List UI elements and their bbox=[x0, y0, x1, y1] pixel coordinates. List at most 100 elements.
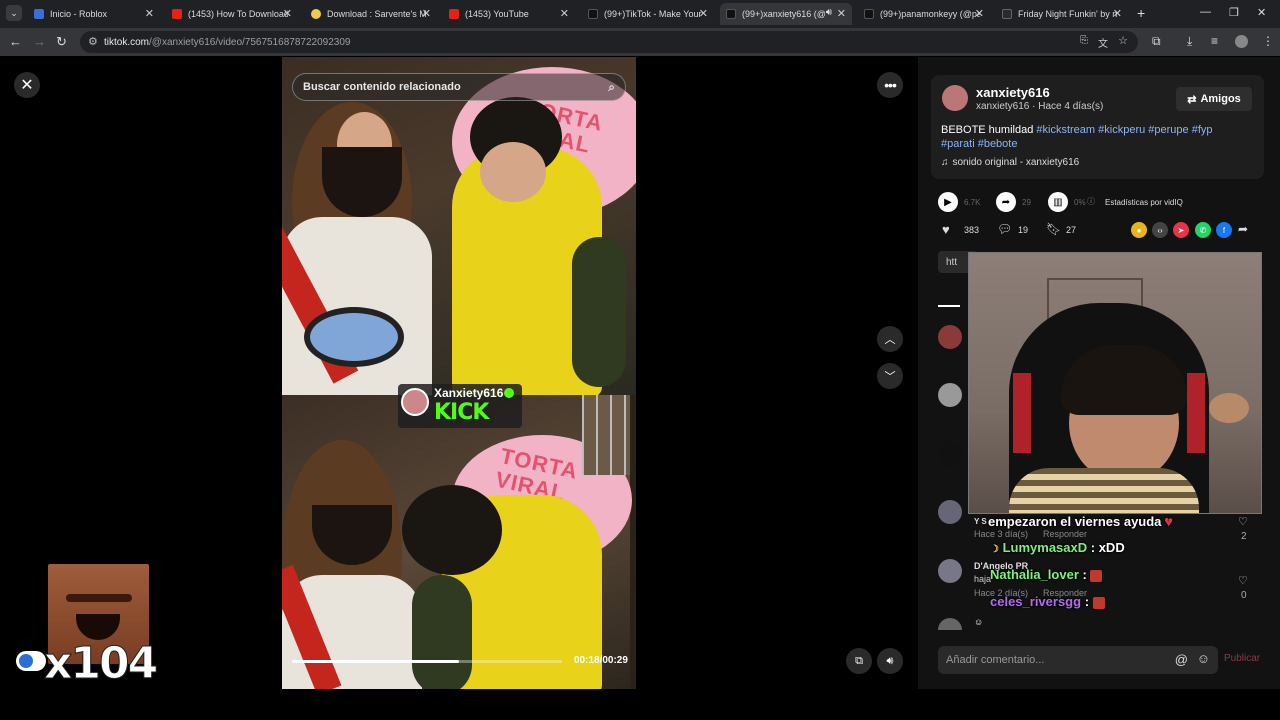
site-settings-icon[interactable]: ⚙︎ bbox=[88, 35, 98, 48]
emote-eyes bbox=[66, 594, 132, 602]
comment-avatar[interactable] bbox=[938, 442, 962, 466]
comment-avatar[interactable] bbox=[938, 559, 962, 583]
hashtag[interactable]: #kickperu bbox=[1098, 124, 1145, 136]
previous-video-button[interactable]: ︿ bbox=[877, 326, 903, 352]
tab-fnf[interactable]: Friday Night Funkin' by n ✕ bbox=[996, 3, 1128, 25]
video-progress-bar[interactable] bbox=[292, 660, 562, 663]
close-video-button[interactable]: ✕ bbox=[14, 72, 40, 98]
hashtag[interactable]: #fyp bbox=[1192, 124, 1213, 136]
hashtag[interactable]: #bebote bbox=[978, 138, 1018, 150]
tab-youtube[interactable]: (1453) YouTube ✕ bbox=[443, 3, 575, 25]
share-stats-icon[interactable]: ➦ bbox=[996, 192, 1016, 212]
more-options-button[interactable]: ••• bbox=[877, 72, 903, 98]
post-comment-button[interactable]: Publicar bbox=[1224, 653, 1260, 664]
video-frame-bottom: TORTA VIRAL bbox=[282, 395, 632, 689]
youtube-icon bbox=[449, 9, 459, 19]
author-name[interactable]: xanxiety616 bbox=[976, 85, 1050, 100]
chat-message: empezaron el viernes ayuda 💔︎ bbox=[988, 514, 1172, 530]
moon-icon bbox=[311, 9, 321, 19]
info-icon[interactable]: ⓘ bbox=[1087, 196, 1095, 207]
install-icon[interactable]: ⎘ bbox=[1080, 35, 1088, 46]
chat-text: : bbox=[1084, 594, 1090, 609]
heart-icon[interactable]: ♥ bbox=[942, 222, 950, 237]
black-hair-2 bbox=[402, 485, 502, 575]
chart-stats-icon[interactable]: ▥ bbox=[1048, 192, 1068, 212]
play-stats-icon[interactable]: ▶ bbox=[938, 192, 958, 212]
share-arrow-icon[interactable]: ➦ bbox=[1238, 222, 1248, 236]
related-search-input[interactable]: Buscar contenido relacionado ⌕ bbox=[292, 73, 626, 101]
tab-panamonkeyy[interactable]: (99+)panamonkeyy (@pa ✕ bbox=[858, 3, 990, 25]
tab-tiktok-home[interactable]: (99+)TikTok - Make Your ✕ bbox=[582, 3, 714, 25]
reading-list-icon[interactable]: ≡ bbox=[1211, 34, 1218, 48]
floating-player-button[interactable]: ⧉ bbox=[846, 648, 872, 674]
comment-time: Hace 3 día(s) bbox=[974, 529, 1029, 539]
reload-icon[interactable]: ↻ bbox=[56, 34, 67, 50]
restore-button[interactable]: ❐ bbox=[1229, 6, 1239, 19]
whatsapp-icon[interactable]: ✆ bbox=[1195, 222, 1211, 238]
chat-message: Nathalia_lover : bbox=[990, 567, 1103, 582]
emoji-icon: ☺ bbox=[974, 617, 984, 627]
sound-link[interactable]: ♫ sonido original - xanxiety616 bbox=[941, 157, 1079, 168]
bookmark-star-icon[interactable]: ☆ bbox=[1118, 34, 1128, 47]
minimize-button[interactable]: — bbox=[1200, 6, 1211, 18]
comment-avatar[interactable] bbox=[938, 325, 962, 349]
tiktok-icon bbox=[864, 9, 874, 19]
window-grid bbox=[582, 395, 630, 475]
comment-heart-icon[interactable]: ♡ bbox=[1238, 574, 1248, 587]
tab-search-icon[interactable]: ⌄ bbox=[6, 5, 22, 21]
tab-xanxiety616[interactable]: (99+)xanxiety616 (@ 🔊︎ ✕ bbox=[720, 3, 852, 25]
comment-text: haja bbox=[974, 574, 992, 584]
close-tab-icon[interactable]: ✕ bbox=[283, 7, 292, 20]
close-tab-icon[interactable]: ✕ bbox=[975, 7, 984, 20]
translate-icon[interactable]: 文 bbox=[1098, 35, 1108, 50]
emoji-picker-icon[interactable]: ☺ bbox=[1197, 651, 1210, 666]
close-tab-icon[interactable]: ✕ bbox=[422, 7, 431, 20]
post-caption: BEBOTE humildad #kickstream #kickperu #p… bbox=[941, 123, 1241, 151]
video-timecode: 00:18/00:29 bbox=[574, 655, 628, 666]
plush-toy bbox=[1209, 393, 1249, 423]
back-arrow-icon[interactable]: ← bbox=[9, 34, 22, 49]
profile-avatar[interactable] bbox=[1235, 35, 1248, 48]
comment-avatar[interactable] bbox=[938, 383, 962, 407]
embed-icon[interactable]: ‹› bbox=[1152, 222, 1168, 238]
facebook-icon[interactable]: f bbox=[1216, 222, 1232, 238]
close-tab-icon[interactable]: ✕ bbox=[560, 7, 569, 20]
hashtag[interactable]: #kickstream bbox=[1036, 124, 1095, 136]
bookmark-icon[interactable]: 🔖︎ bbox=[1046, 222, 1061, 236]
reply-link[interactable]: Responder bbox=[1043, 529, 1087, 539]
tab-sarvente[interactable]: Download : Sarvente's M ✕ bbox=[305, 3, 437, 25]
send-icon[interactable]: ➤ bbox=[1173, 222, 1189, 238]
close-tab-icon[interactable]: ✕ bbox=[1113, 7, 1122, 20]
friends-button[interactable]: ⇄ Amigos bbox=[1176, 87, 1252, 111]
comment-avatar[interactable] bbox=[938, 500, 962, 524]
menu-kebab-icon[interactable]: ⋮ bbox=[1262, 34, 1274, 48]
close-tab-icon[interactable]: ✕ bbox=[145, 7, 154, 20]
tab-youtube-download[interactable]: (1453) How To Download ✕ bbox=[166, 3, 298, 25]
video-player[interactable]: TORTA VIRAL TORTA VIRAL Buscar contenido… bbox=[282, 57, 636, 689]
hashtag[interactable]: #parati bbox=[941, 138, 975, 150]
coin-icon[interactable]: ● bbox=[1131, 222, 1147, 238]
comment-heart-icon[interactable]: ♡ bbox=[1238, 515, 1248, 528]
new-tab-button[interactable]: + bbox=[1137, 5, 1145, 21]
close-tab-icon[interactable]: ✕ bbox=[837, 7, 846, 20]
close-tab-icon[interactable]: ✕ bbox=[699, 7, 708, 20]
search-icon[interactable]: ⌕ bbox=[608, 80, 615, 95]
speaker-icon[interactable]: 🔊︎ bbox=[826, 7, 832, 18]
download-icon[interactable]: ⤓ bbox=[1187, 34, 1192, 49]
mention-icon[interactable]: @ bbox=[1175, 652, 1188, 667]
window-close-button[interactable]: ✕ bbox=[1257, 6, 1266, 19]
address-bar[interactable]: ⚙︎ tiktok.com/@xanxiety616/video/7567516… bbox=[80, 31, 1138, 53]
next-video-button[interactable]: ﹀ bbox=[877, 363, 903, 389]
chevron-up-icon: ︿ bbox=[884, 334, 896, 346]
stream-dot bbox=[19, 654, 33, 668]
volume-button[interactable]: 🔊︎ bbox=[877, 648, 903, 674]
comment-input[interactable]: Añadir comentario... @ ☺ bbox=[938, 646, 1218, 674]
author-avatar[interactable] bbox=[942, 85, 968, 111]
swap-icon: ⇄ bbox=[1187, 93, 1197, 106]
extensions-icon[interactable]: ⧉ bbox=[1152, 34, 1161, 49]
comment-icon[interactable]: 💬︎ bbox=[997, 222, 1012, 236]
tab-roblox[interactable]: Inicio - Roblox ✕ bbox=[28, 3, 160, 25]
forward-arrow-icon[interactable]: → bbox=[33, 34, 46, 49]
url-path: /@xanxiety616/video/7567516878722092309 bbox=[149, 36, 351, 48]
hashtag[interactable]: #perupe bbox=[1148, 124, 1188, 136]
